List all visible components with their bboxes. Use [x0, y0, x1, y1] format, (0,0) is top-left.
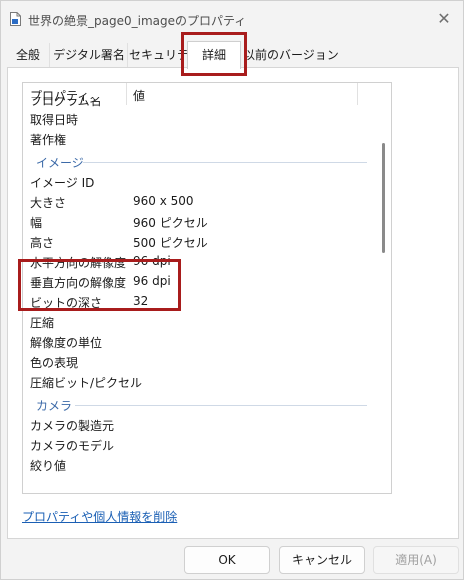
property-key: 幅 — [30, 216, 43, 230]
property-value: 96 dpi — [133, 274, 171, 288]
list-item[interactable]: 幅 960 ピクセル — [23, 211, 375, 231]
property-key: 垂直方向の解像度 — [30, 276, 127, 290]
tab-digital-signature[interactable]: デジタル署名 — [51, 43, 128, 67]
section-label: カメラ — [36, 399, 73, 413]
list-item[interactable]: 高さ 500 ピクセル — [23, 231, 375, 251]
details-panel: プロパティ 値 プログラム名 取得日時 著作権 イメージ イメージ ID 大きさ… — [7, 67, 459, 539]
section-header-image: イメージ — [23, 151, 375, 171]
close-icon: ✕ — [437, 8, 451, 28]
close-button[interactable]: ✕ — [425, 1, 463, 35]
property-value: 500 ピクセル — [133, 236, 208, 250]
property-key: ビットの深さ — [30, 296, 103, 310]
ok-button[interactable]: OK — [184, 546, 270, 574]
list-item[interactable]: ビットの深さ 32 — [23, 291, 375, 311]
scrollbar-thumb[interactable] — [382, 143, 385, 253]
property-key: カメラのモデル — [30, 439, 115, 453]
property-key: 大きさ — [30, 196, 67, 210]
property-key: カメラの製造元 — [30, 419, 115, 433]
file-icon — [10, 12, 21, 26]
property-key: 圧縮 — [30, 316, 55, 330]
property-key: 著作権 — [30, 133, 67, 147]
cancel-button[interactable]: キャンセル — [279, 546, 365, 574]
vertical-scrollbar[interactable] — [377, 83, 391, 493]
tab-previous-versions[interactable]: 以前のバージョン — [243, 43, 339, 67]
section-divider — [75, 405, 367, 406]
dialog-buttons: OK キャンセル 適用(A) — [1, 546, 463, 576]
property-key: 水平方向の解像度 — [30, 256, 127, 270]
property-value: 960 x 500 — [133, 194, 194, 208]
property-key: イメージ ID — [30, 176, 95, 190]
section-divider — [83, 162, 367, 163]
list-item[interactable]: 著作権 — [23, 128, 375, 148]
list-item[interactable]: カメラの製造元 — [23, 414, 375, 434]
list-item[interactable]: 解像度の単位 — [23, 331, 375, 351]
section-label: イメージ — [36, 156, 84, 170]
property-key: 絞り値 — [30, 459, 67, 473]
tab-strip: 全般 デジタル署名 セキュリティ 詳細 以前のバージョン — [7, 41, 457, 69]
window-title: 世界の絶景_page0_imageのプロパティ — [28, 14, 247, 28]
title-bar: 世界の絶景_page0_imageのプロパティ ✕ — [1, 1, 463, 37]
property-key: 解像度の単位 — [30, 336, 103, 350]
list-item[interactable]: 大きさ 960 x 500 — [23, 191, 375, 211]
property-value: 96 dpi — [133, 254, 171, 268]
section-header-camera: カメラ — [23, 394, 375, 414]
list-item[interactable]: 色の表現 — [23, 351, 375, 371]
list-item[interactable]: カメラのモデル — [23, 434, 375, 454]
tab-general[interactable]: 全般 — [7, 43, 50, 67]
list-item[interactable]: 取得日時 — [23, 108, 375, 128]
properties-dialog: 世界の絶景_page0_imageのプロパティ ✕ 全般 デジタル署名 セキュリ… — [0, 0, 464, 580]
property-key: 圧縮ビット/ピクセル — [30, 376, 143, 390]
list-item[interactable]: 水平方向の解像度 96 dpi — [23, 251, 375, 271]
tab-details[interactable]: 詳細 — [187, 41, 241, 69]
list-item[interactable]: 垂直方向の解像度 96 dpi — [23, 271, 375, 291]
property-value: 960 ピクセル — [133, 216, 208, 230]
property-key: 取得日時 — [30, 113, 79, 127]
tab-security[interactable]: セキュリティ — [129, 43, 188, 67]
list-item[interactable]: イメージ ID — [23, 171, 375, 191]
remove-properties-link[interactable]: プロパティや個人情報を削除 — [22, 508, 177, 525]
list-item[interactable]: 絞り値 — [23, 454, 375, 474]
property-value: 32 — [133, 294, 149, 308]
list-item[interactable]: 圧縮ビット/ピクセル — [23, 371, 375, 391]
property-key: 高さ — [30, 236, 55, 250]
list-item[interactable]: 圧縮 — [23, 311, 375, 331]
apply-button[interactable]: 適用(A) — [373, 546, 459, 574]
property-list[interactable]: プロパティ 値 プログラム名 取得日時 著作権 イメージ イメージ ID 大きさ… — [22, 82, 392, 494]
property-key: 色の表現 — [30, 356, 79, 370]
